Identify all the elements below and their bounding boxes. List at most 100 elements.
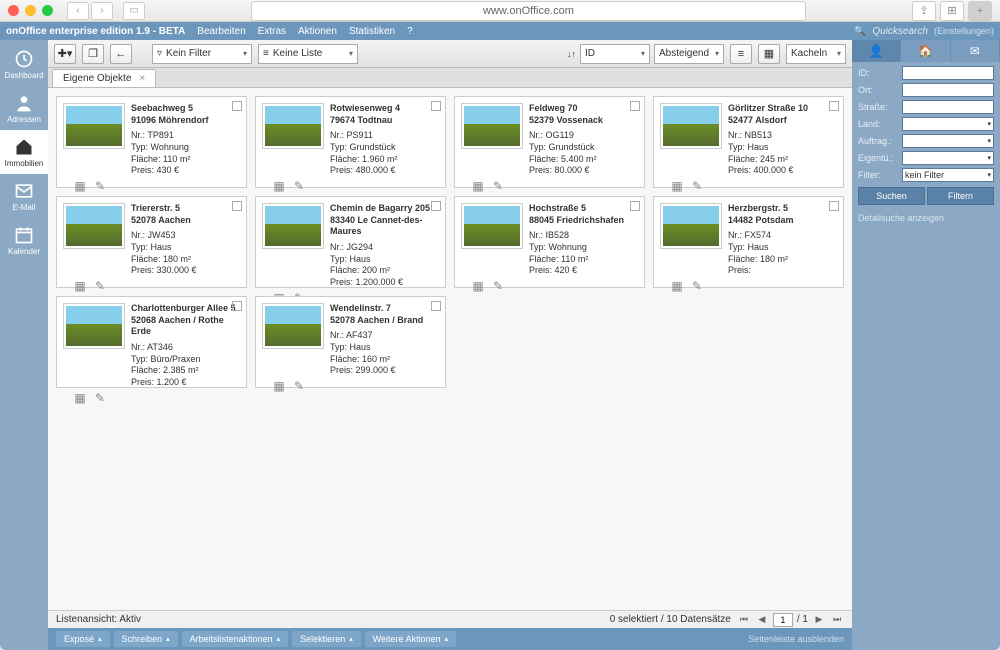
card-thumbnail[interactable] [262, 103, 324, 149]
sort-dir-select[interactable]: Absteigend▾ [654, 44, 724, 64]
pager-prev[interactable]: ◀ [755, 613, 769, 627]
add-button[interactable]: ✚▾ [54, 44, 76, 64]
view-list-btn[interactable]: ≡ [730, 44, 752, 64]
property-card[interactable]: Charlottenburger Allee 552068 Aachen / R… [56, 296, 247, 388]
close-window-btn[interactable] [8, 5, 19, 16]
liste-select[interactable]: ≡Keine Liste▾ [258, 44, 358, 64]
card-checkbox[interactable] [232, 201, 242, 211]
rp-suchen-btn[interactable]: Suchen [858, 187, 925, 205]
rp-person-icon[interactable]: 👤 [852, 40, 901, 62]
edit-icon[interactable]: ✎ [93, 279, 107, 293]
edit-icon[interactable]: ✎ [93, 179, 107, 193]
property-card[interactable]: Feldweg 7052379 VossenackNr.: OG119Typ: … [454, 96, 645, 188]
rp-input-strasse[interactable] [902, 100, 994, 114]
rp-detailsuche-link[interactable]: Detailsuche anzeigen [852, 209, 1000, 227]
pager-input[interactable] [773, 613, 793, 627]
rp-select-land[interactable] [902, 117, 994, 131]
edit-icon[interactable]: ✎ [292, 379, 306, 393]
menu-help[interactable]: ? [407, 26, 413, 37]
nav-kalender[interactable]: Kalender [0, 218, 48, 262]
rp-input-id[interactable] [902, 66, 994, 80]
rp-select-filter[interactable]: kein Filter [902, 168, 994, 182]
calendar-icon[interactable]: ▦ [272, 379, 286, 393]
edit-icon[interactable]: ✎ [292, 179, 306, 193]
property-card[interactable]: Görlitzer Straße 1052477 AlsdorfNr.: NB5… [653, 96, 844, 188]
calendar-icon[interactable]: ▦ [73, 279, 87, 293]
close-icon[interactable]: × [139, 73, 145, 84]
action-schreiben[interactable]: Schreiben [114, 631, 178, 647]
card-checkbox[interactable] [431, 201, 441, 211]
property-card[interactable]: Hochstraße 588045 FriedrichshafenNr.: IB… [454, 196, 645, 288]
card-thumbnail[interactable] [262, 303, 324, 349]
rp-home-icon[interactable]: 🏠 [901, 40, 950, 62]
search-icon[interactable]: 🔍 [854, 26, 866, 37]
nav-dashboard[interactable]: Dashboard [0, 42, 48, 86]
card-checkbox[interactable] [829, 201, 839, 211]
sort-by-select[interactable]: ID▾ [580, 44, 650, 64]
maximize-window-btn[interactable] [42, 5, 53, 16]
card-thumbnail[interactable] [63, 103, 125, 149]
einstellungen-label[interactable]: (Einstellungen) [934, 26, 994, 36]
property-card[interactable]: Herzbergstr. 514482 PotsdamNr.: FX574Typ… [653, 196, 844, 288]
back-button[interactable]: ← [110, 44, 132, 64]
card-thumbnail[interactable] [461, 103, 523, 149]
card-thumbnail[interactable] [660, 103, 722, 149]
rp-input-ort[interactable] [902, 83, 994, 97]
rp-filtern-btn[interactable]: Filtern [927, 187, 994, 205]
action-expose[interactable]: Exposé [56, 631, 110, 647]
pager-next[interactable]: ▶ [812, 613, 826, 627]
card-thumbnail[interactable] [262, 203, 324, 249]
card-checkbox[interactable] [431, 301, 441, 311]
pager-first[interactable]: ⏮ [737, 613, 751, 627]
card-checkbox[interactable] [630, 101, 640, 111]
browser-url[interactable]: www.onOffice.com [251, 1, 806, 21]
card-checkbox[interactable] [232, 101, 242, 111]
calendar-icon[interactable]: ▦ [471, 279, 485, 293]
edit-icon[interactable]: ✎ [690, 179, 704, 193]
new-tab-btn[interactable]: + [968, 1, 992, 21]
card-thumbnail[interactable] [63, 203, 125, 249]
card-checkbox[interactable] [431, 101, 441, 111]
edit-icon[interactable]: ✎ [690, 279, 704, 293]
edit-icon[interactable]: ✎ [491, 179, 505, 193]
action-arbeitslisten[interactable]: Arbeitslistenaktionen [182, 631, 289, 647]
property-card[interactable]: Triererstr. 552078 AachenNr.: JW453Typ: … [56, 196, 247, 288]
nav-adressen[interactable]: Adressen [0, 86, 48, 130]
card-checkbox[interactable] [630, 201, 640, 211]
browser-back-btn[interactable]: ‹ [67, 2, 89, 20]
card-checkbox[interactable] [232, 301, 242, 311]
property-card[interactable]: Wendelinstr. 752078 Aachen / BrandNr.: A… [255, 296, 446, 388]
browser-fwd-btn[interactable]: › [91, 2, 113, 20]
view-grid-btn[interactable]: ▦ [758, 44, 780, 64]
calendar-icon[interactable]: ▦ [471, 179, 485, 193]
browser-sidebar-btn[interactable]: ▭ [123, 2, 145, 20]
quicksearch-label[interactable]: Quicksearch [872, 26, 928, 37]
card-thumbnail[interactable] [660, 203, 722, 249]
minimize-window-btn[interactable] [25, 5, 36, 16]
menu-aktionen[interactable]: Aktionen [298, 26, 337, 37]
view-select[interactable]: Kacheln▾ [786, 44, 846, 64]
calendar-icon[interactable]: ▦ [272, 179, 286, 193]
calendar-icon[interactable]: ▦ [670, 179, 684, 193]
rp-select-eigentue[interactable] [902, 151, 994, 165]
property-card[interactable]: Rotwiesenweg 479674 TodtnauNr.: PS911Typ… [255, 96, 446, 188]
nav-immobilien[interactable]: Immobilien [0, 130, 48, 174]
filter-select[interactable]: ▿Kein Filter▾ [152, 44, 252, 64]
tab-eigene-objekte[interactable]: Eigene Objekte× [52, 69, 156, 87]
edit-icon[interactable]: ✎ [93, 391, 107, 405]
nav-email[interactable]: E-Mail [0, 174, 48, 218]
menu-statistiken[interactable]: Statistiken [349, 26, 395, 37]
menu-bearbeiten[interactable]: Bearbeiten [197, 26, 245, 37]
calendar-icon[interactable]: ▦ [670, 279, 684, 293]
rp-mail-icon[interactable]: ✉ [951, 40, 1000, 62]
duplicate-button[interactable]: ❐ [82, 44, 104, 64]
hide-sidebar-link[interactable]: Seitenleiste ausblenden [748, 634, 844, 644]
calendar-icon[interactable]: ▦ [73, 391, 87, 405]
pager-last[interactable]: ⏭ [830, 613, 844, 627]
card-checkbox[interactable] [829, 101, 839, 111]
card-thumbnail[interactable] [63, 303, 125, 349]
calendar-icon[interactable]: ▦ [73, 179, 87, 193]
property-card[interactable]: Seebachweg 591096 MöhrendorfNr.: TP891Ty… [56, 96, 247, 188]
card-thumbnail[interactable] [461, 203, 523, 249]
action-weitere[interactable]: Weitere Aktionen [365, 631, 456, 647]
